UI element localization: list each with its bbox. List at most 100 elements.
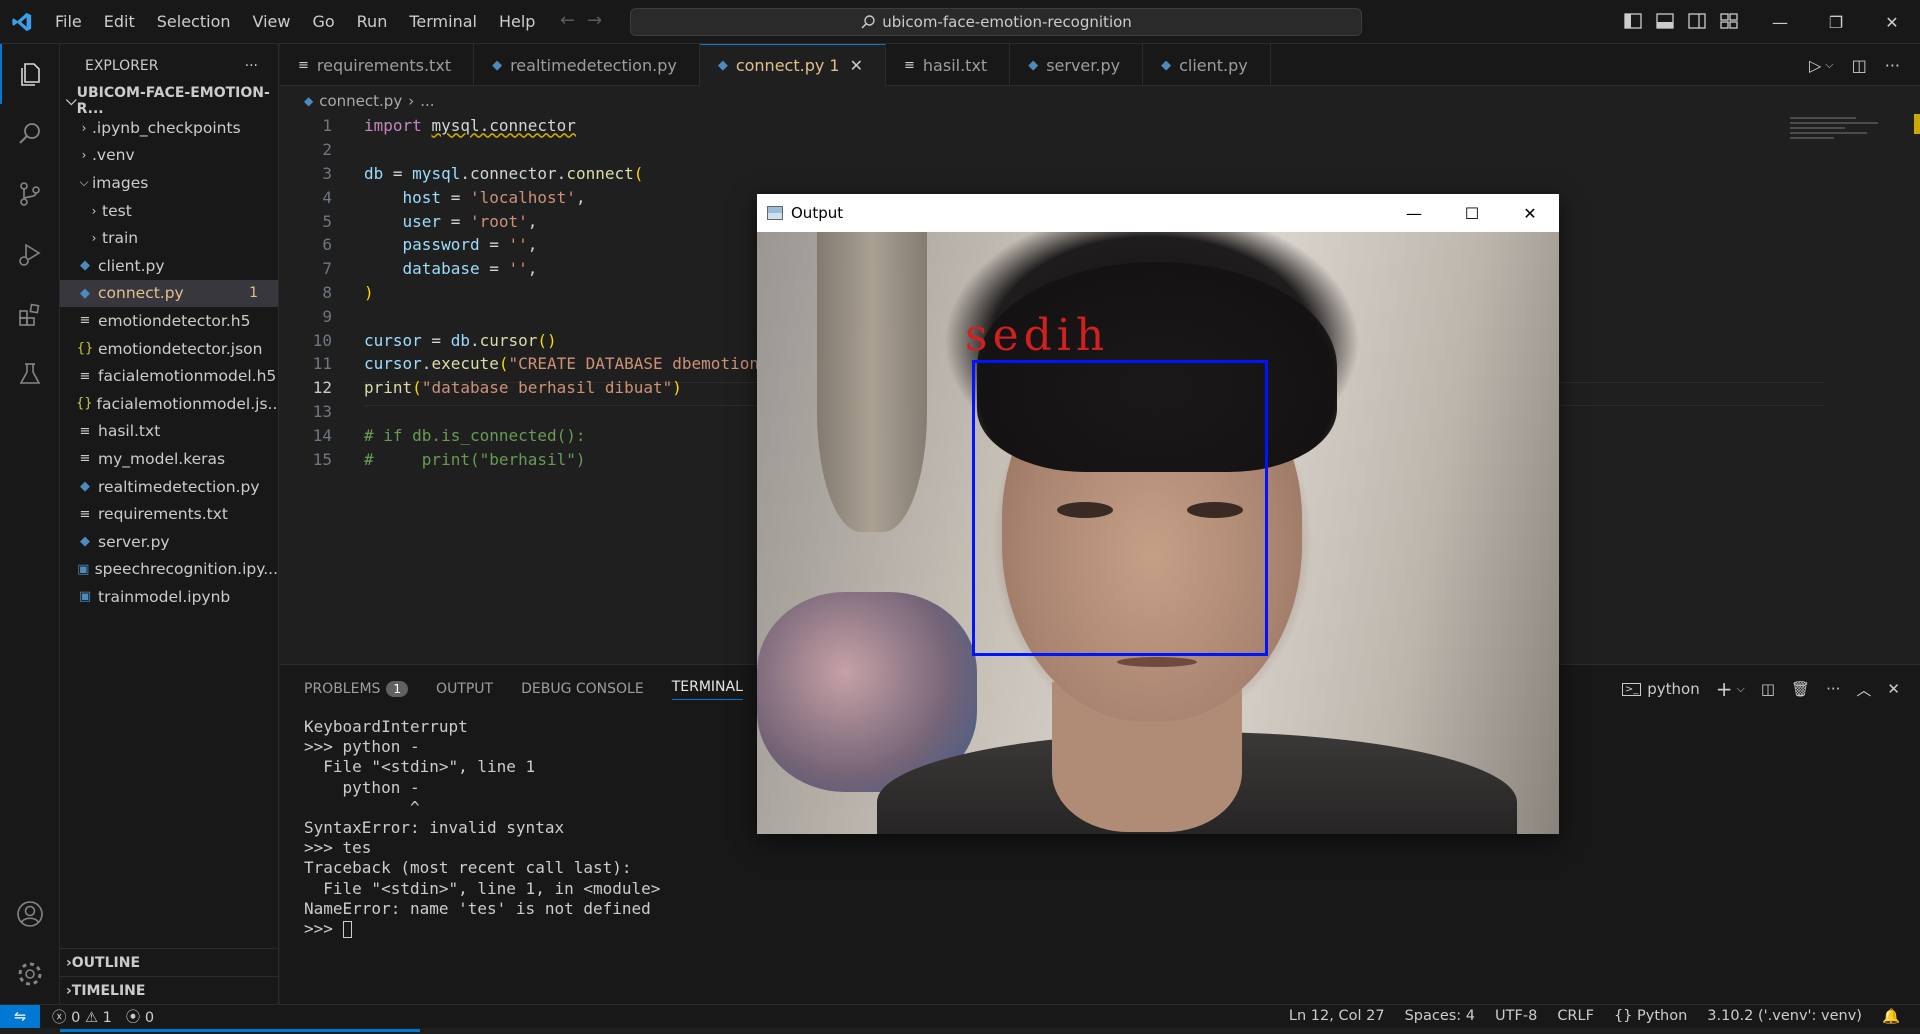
close-panel-icon[interactable]: ✕ (1887, 680, 1900, 698)
tree-folder[interactable]: › train (60, 224, 278, 252)
terminal-line-text: ^ (304, 797, 420, 817)
tab-debug-console[interactable]: DEBUG CONSOLE (521, 681, 644, 697)
editor-tab[interactable]: ≡ hasil.txt (886, 44, 1011, 86)
editor-tab[interactable]: ◆ server.py (1010, 44, 1144, 86)
restore-icon[interactable]: ❐ (1808, 0, 1864, 44)
tree-file[interactable]: {} facialemotionmodel.js... (60, 390, 278, 418)
run-file-icon[interactable]: ▷ (1809, 56, 1821, 75)
window-controls: — ❐ ✕ (1752, 0, 1920, 44)
command-center-search[interactable]: ubicom-face-emotion-recognition (630, 8, 1362, 36)
split-terminal-icon[interactable]: ◫ (1761, 680, 1775, 698)
account-icon[interactable] (0, 884, 60, 944)
tree-file[interactable]: ≡ my_model.keras (60, 445, 278, 473)
tree-folder[interactable]: › .venv (60, 142, 278, 170)
tree-item-label: images (92, 173, 149, 192)
minimap[interactable] (1790, 114, 1900, 154)
tree-folder[interactable]: › test (60, 197, 278, 225)
minimize-icon[interactable]: — (1385, 194, 1443, 232)
menu-edit[interactable]: Edit (93, 12, 146, 31)
terminal-line: Traceback (most recent call last): (304, 858, 660, 878)
tab-problems[interactable]: PROBLEMS 1 (304, 681, 409, 697)
ports-status[interactable]: ⦿ 0 (126, 1006, 154, 1027)
terminal-output[interactable]: KeyboardInterrupt >>> python - File "<std… (304, 717, 660, 939)
tree-folder[interactable]: › .ipynb_checkpoints (60, 114, 278, 142)
tree-file[interactable]: ▣ speechrecognition.ipy... (60, 556, 278, 584)
chevron-down-icon[interactable]: ⌵ (1825, 58, 1833, 72)
trash-icon[interactable]: 🗑 (1791, 680, 1810, 698)
tree-file[interactable]: ◆ server.py (60, 528, 278, 556)
menu-run[interactable]: Run (346, 12, 399, 31)
tree-folder[interactable]: ⌵ images (60, 169, 278, 197)
tab-terminal[interactable]: TERMINAL (671, 679, 743, 700)
close-tab-icon[interactable]: ✕ (850, 56, 863, 75)
indentation[interactable]: Spaces: 4 (1405, 1008, 1475, 1025)
more-actions-icon[interactable]: ··· (1885, 56, 1900, 75)
end-of-line[interactable]: CRLF (1557, 1008, 1594, 1025)
toggle-panel-icon[interactable] (1656, 12, 1674, 30)
close-window-icon[interactable]: ✕ (1864, 0, 1920, 44)
tree-file[interactable]: ≡ requirements.txt (60, 500, 278, 528)
extensions-icon[interactable] (0, 284, 60, 344)
chevron-down-icon[interactable]: ⌵ (1737, 682, 1745, 696)
outline-section[interactable]: › OUTLINE (60, 948, 279, 976)
encoding[interactable]: UTF-8 (1495, 1008, 1537, 1025)
terminal-shell-name[interactable]: python (1647, 680, 1699, 698)
menu-terminal[interactable]: Terminal (398, 12, 488, 31)
language-mode[interactable]: {} Python (1614, 1008, 1687, 1025)
toggle-primary-sidebar-icon[interactable] (1624, 12, 1642, 30)
workspace-root[interactable]: ⌵ UBICOM-FACE-EMOTION-R... (60, 85, 278, 117)
bell-icon[interactable]: 🔔 (1882, 1008, 1900, 1025)
maximize-panel-icon[interactable]: ︿ (1856, 679, 1871, 700)
line-number: 11 (312, 354, 332, 374)
menu-help[interactable]: Help (488, 12, 546, 31)
menu-go[interactable]: Go (301, 12, 345, 31)
gear-icon[interactable] (0, 944, 60, 1004)
tree-file[interactable]: ◆ connect.py 1 (60, 279, 278, 308)
source-control-icon[interactable] (0, 164, 60, 224)
remote-indicator-icon[interactable]: ⇋ (0, 1004, 40, 1029)
cursor-position[interactable]: Ln 12, Col 27 (1289, 1008, 1385, 1025)
toggle-secondary-sidebar-icon[interactable] (1688, 12, 1706, 30)
minimize-icon[interactable]: — (1752, 0, 1808, 44)
tree-item-label: connect.py (98, 284, 184, 303)
tab-output[interactable]: OUTPUT (436, 681, 493, 697)
testing-icon[interactable] (0, 344, 60, 404)
breadcrumb-file[interactable]: connect.py (319, 92, 402, 110)
search-icon[interactable] (0, 104, 60, 164)
problems-status[interactable]: ⓧ 0 ⚠ 1 (52, 1006, 112, 1027)
tree-file[interactable]: ◆ client.py (60, 252, 278, 280)
explorer-icon[interactable] (0, 44, 60, 104)
customize-layout-icon[interactable] (1720, 12, 1738, 30)
forward-arrow-icon[interactable]: → (587, 10, 614, 31)
close-icon[interactable]: ✕ (1501, 194, 1559, 232)
more-actions-icon[interactable]: ··· (1826, 680, 1840, 698)
line-number: 15 (312, 449, 332, 469)
tree-item-label: speechrecognition.ipy... (94, 560, 278, 579)
maximize-icon[interactable]: ☐ (1443, 194, 1501, 232)
code-line: 12 print("database berhasil dibuat") (280, 376, 682, 400)
python-interpreter[interactable]: 3.10.2 ('.venv': venv) (1707, 1008, 1862, 1025)
more-actions-icon[interactable]: ··· (245, 58, 258, 74)
menu-view[interactable]: View (242, 12, 302, 31)
menu-file[interactable]: File (44, 12, 93, 31)
tree-file[interactable]: ▣ trainmodel.ipynb (60, 583, 278, 611)
tree-file[interactable]: ≡ facialemotionmodel.h5 (60, 362, 278, 390)
menu-selection[interactable]: Selection (146, 12, 242, 31)
editor-tab[interactable]: ≡ requirements.txt (280, 44, 475, 86)
run-debug-icon[interactable] (0, 224, 60, 284)
explorer-title: EXPLORER (85, 58, 159, 74)
editor-tab[interactable]: ◆ connect.py 1 ✕ (699, 44, 886, 86)
back-arrow-icon[interactable]: ← (560, 10, 587, 31)
tree-file[interactable]: ≡ emotiondetector.h5 (60, 307, 278, 335)
split-editor-icon[interactable]: ◫ (1852, 56, 1867, 75)
tree-file[interactable]: ≡ hasil.txt (60, 418, 278, 446)
tree-file[interactable]: {} emotiondetector.json (60, 335, 278, 363)
editor-tab[interactable]: ◆ client.py (1143, 44, 1271, 86)
tree-file[interactable]: ◆ realtimedetection.py (60, 473, 278, 501)
editor-tab[interactable]: ◆ realtimedetection.py (474, 44, 700, 86)
line-number: 10 (312, 330, 332, 350)
new-terminal-icon[interactable]: + (1716, 677, 1733, 701)
breadcrumb-rest[interactable]: ... (420, 92, 434, 110)
timeline-section[interactable]: › TIMELINE (60, 976, 279, 1004)
output-window[interactable]: Output — ☐ ✕ sedih (757, 194, 1559, 834)
